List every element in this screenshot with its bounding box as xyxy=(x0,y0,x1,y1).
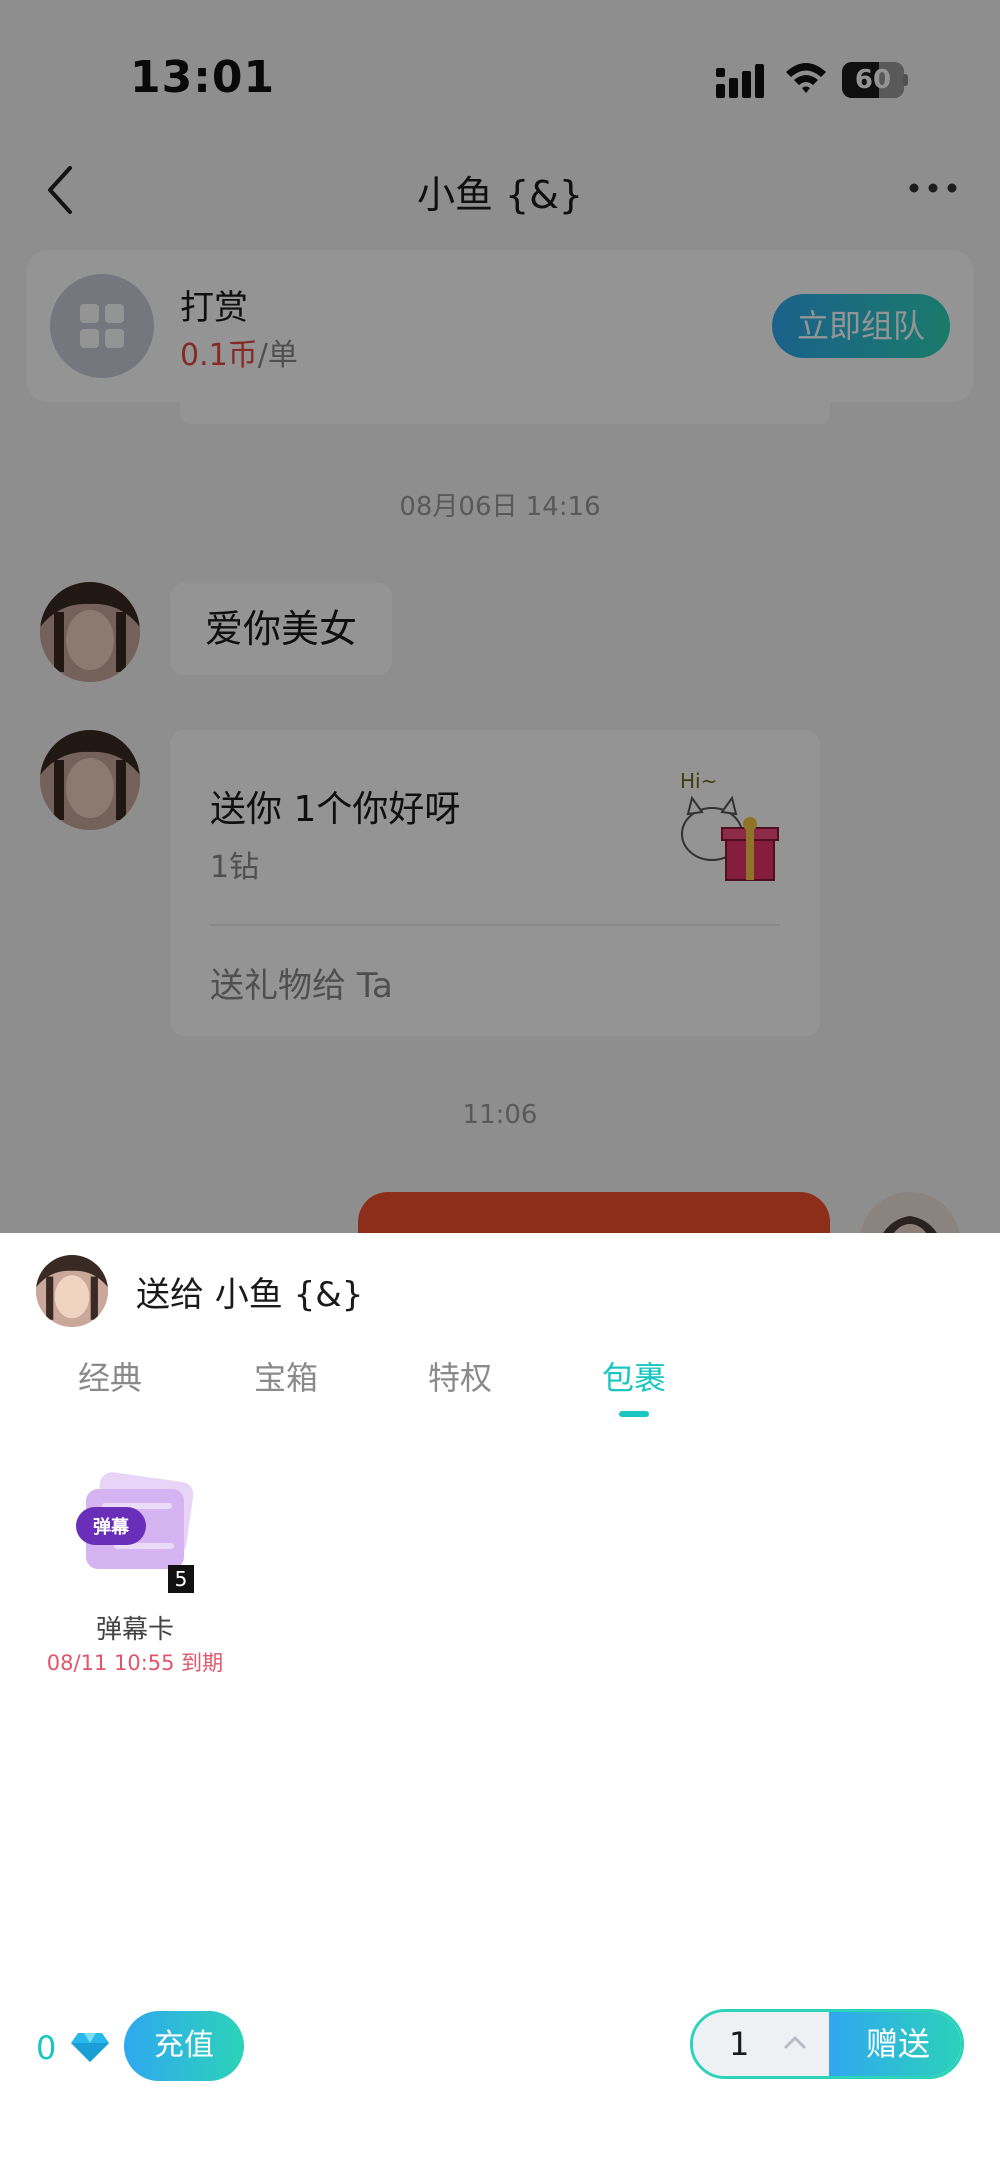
active-tab-indicator xyxy=(619,1411,649,1417)
modal-dim-overlay[interactable] xyxy=(0,0,1000,1233)
quantity-selector[interactable]: 1 xyxy=(693,2012,829,2076)
send-control: 1 赠送 xyxy=(690,2009,964,2079)
recipient-label: 送给 小鱼 {&} xyxy=(136,1275,364,1315)
diamond-balance: 0 xyxy=(36,2029,57,2067)
gift-action-bar: 0 充值 1 赠送 xyxy=(0,2005,1000,2115)
tab-treasure-box[interactable]: 宝箱 xyxy=(226,1353,346,1399)
diamond-icon xyxy=(71,2033,109,2062)
send-gift-button[interactable]: 赠送 xyxy=(829,2012,961,2076)
tab-package[interactable]: 包裹 xyxy=(574,1353,694,1399)
recipient-avatar xyxy=(36,1255,108,1327)
tab-privilege[interactable]: 特权 xyxy=(400,1353,520,1399)
item-expiry: 08/11 10:55 到期 xyxy=(46,1651,224,1675)
item-name: 弹幕卡 xyxy=(95,1615,174,1645)
chevron-up-icon[interactable] xyxy=(783,2032,807,2052)
card-badge-text: 弹幕 xyxy=(93,1516,130,1538)
recharge-button[interactable]: 充值 xyxy=(124,2011,244,2081)
package-item[interactable]: 弹幕 5 弹幕卡 08/11 10:55 到期 xyxy=(40,1461,230,1675)
gift-sheet: 送给 小鱼 {&} 经典 宝箱 特权 包裹 弹幕 5 弹幕卡 08/11 10:… xyxy=(0,1233,1000,2174)
chat-background: 13:01 60 小鱼 {&} 打赏 0.1币/单 立即组队 08月06日 14… xyxy=(0,0,1000,1233)
quantity-value: 1 xyxy=(729,2025,750,2063)
tab-classic[interactable]: 经典 xyxy=(50,1353,170,1399)
item-count-badge: 5 xyxy=(168,1565,194,1593)
gift-tabs: 经典 宝箱 特权 包裹 xyxy=(0,1353,1000,1433)
